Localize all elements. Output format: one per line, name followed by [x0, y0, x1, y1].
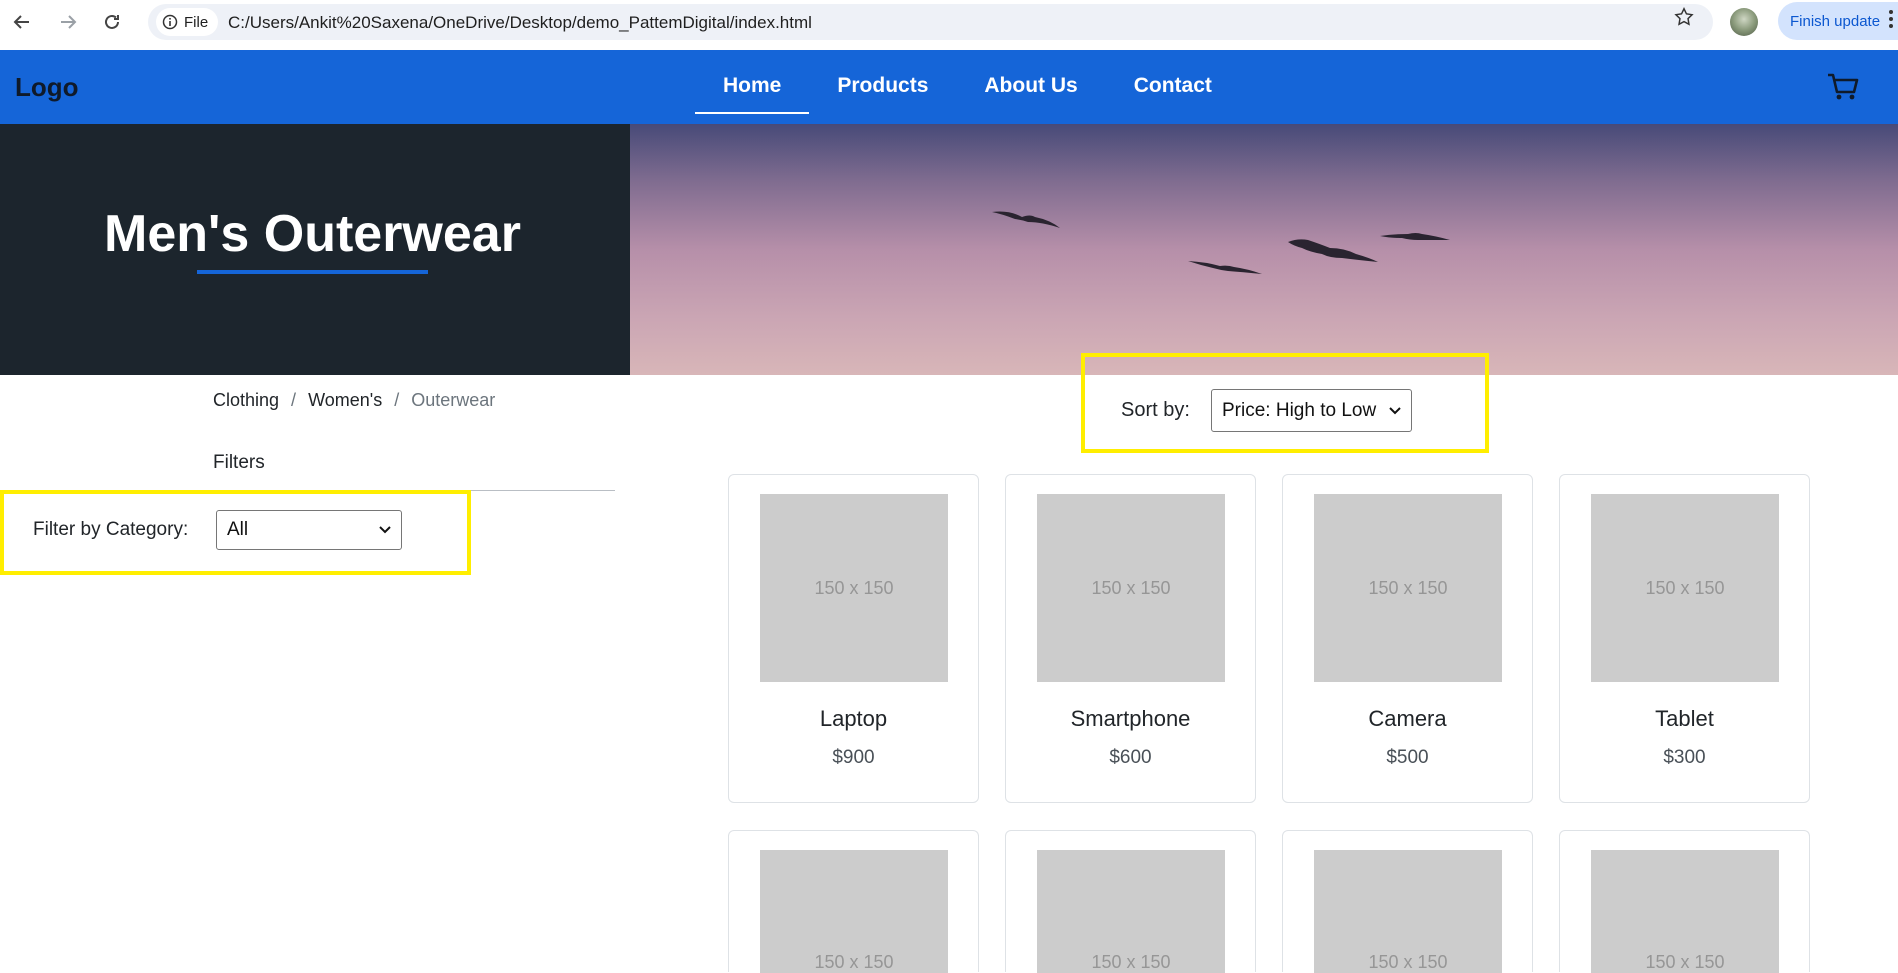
chevron-down-icon: [379, 526, 391, 534]
hero-sky-birds-image: [630, 124, 1898, 375]
product-card[interactable]: 150 x 150 Smartphone $600: [1005, 474, 1256, 803]
product-image-placeholder: 150 x 150: [760, 850, 948, 973]
nav-home[interactable]: Home: [695, 50, 810, 124]
product-card[interactable]: 150 x 150: [1005, 830, 1256, 973]
bookmark-star-icon[interactable]: [1673, 6, 1695, 33]
product-card[interactable]: 150 x 150: [728, 830, 979, 973]
sort-select[interactable]: Price: High to Low: [1211, 389, 1412, 432]
product-image-placeholder: 150 x 150: [1037, 494, 1225, 682]
more-menu-icon[interactable]: [1888, 8, 1894, 35]
site-logo[interactable]: Logo: [15, 72, 79, 103]
product-card[interactable]: 150 x 150: [1282, 830, 1533, 973]
product-image-placeholder: 150 x 150: [760, 494, 948, 682]
filters-heading: Filters: [213, 452, 265, 473]
site-info-chip[interactable]: File: [156, 8, 219, 36]
product-card[interactable]: 150 x 150 Tablet $300: [1559, 474, 1810, 803]
nav-products[interactable]: Products: [809, 50, 956, 124]
category-select-value: All: [227, 519, 249, 540]
product-card[interactable]: 150 x 150: [1559, 830, 1810, 973]
page-title: Men's Outerwear: [104, 205, 521, 263]
breadcrumb-clothing[interactable]: Clothing: [213, 390, 279, 411]
product-image-placeholder: 150 x 150: [1037, 850, 1225, 973]
product-name: Laptop: [819, 706, 888, 731]
main-nav: Home Products About Us Contact: [695, 50, 1240, 124]
product-image-placeholder: 150 x 150: [1591, 850, 1779, 973]
product-image-placeholder: 150 x 150: [1314, 494, 1502, 682]
product-price: $500: [1386, 747, 1429, 768]
product-card[interactable]: 150 x 150 Camera $500: [1282, 474, 1533, 803]
cart-icon[interactable]: [1826, 72, 1860, 107]
nav-contact[interactable]: Contact: [1106, 50, 1240, 124]
forward-arrow-icon[interactable]: [54, 8, 82, 36]
product-price: $900: [832, 747, 875, 768]
hero-banner: Men's Outerwear: [0, 124, 1898, 375]
file-label: File: [184, 13, 209, 31]
site-header: Logo Home Products About Us Contact: [0, 50, 1898, 124]
reload-icon[interactable]: [98, 8, 126, 36]
product-name: Tablet: [1655, 706, 1714, 731]
product-name: Camera: [1368, 706, 1447, 731]
birds-silhouette-image: [992, 211, 1450, 274]
info-icon: [162, 14, 178, 30]
url-text[interactable]: C:/Users/Ankit%20Saxena/OneDrive/Desktop…: [228, 13, 812, 33]
finish-update-button[interactable]: Finish update: [1778, 2, 1898, 40]
browser-toolbar: File C:/Users/Ankit%20Saxena/OneDrive/De…: [0, 0, 1898, 50]
product-price: $300: [1663, 747, 1706, 768]
breadcrumb-separator: /: [291, 390, 297, 410]
category-select[interactable]: All: [216, 510, 402, 550]
nav-about-us[interactable]: About Us: [956, 50, 1105, 124]
sort-label: Sort by:: [1121, 399, 1190, 421]
profile-avatar[interactable]: [1730, 8, 1758, 36]
title-underline: [197, 270, 428, 274]
product-price: $600: [1109, 747, 1152, 768]
category-filter-label: Filter by Category:: [33, 519, 189, 540]
sort-select-value: Price: High to Low: [1222, 399, 1377, 421]
breadcrumb: Clothing / Women's / Outerwear: [213, 390, 495, 411]
breadcrumb-womens[interactable]: Women's: [308, 390, 382, 411]
address-bar[interactable]: File C:/Users/Ankit%20Saxena/OneDrive/De…: [148, 4, 1713, 40]
product-card[interactable]: 150 x 150 Laptop $900: [728, 474, 979, 803]
hero-title-panel: Men's Outerwear: [0, 124, 630, 375]
product-image-placeholder: 150 x 150: [1591, 494, 1779, 682]
breadcrumb-outerwear: Outerwear: [411, 390, 496, 410]
product-name: Smartphone: [1070, 706, 1191, 731]
breadcrumb-separator: /: [394, 390, 400, 410]
back-arrow-icon[interactable]: [8, 8, 36, 36]
product-image-placeholder: 150 x 150: [1314, 850, 1502, 973]
chevron-down-icon: [1389, 406, 1401, 414]
